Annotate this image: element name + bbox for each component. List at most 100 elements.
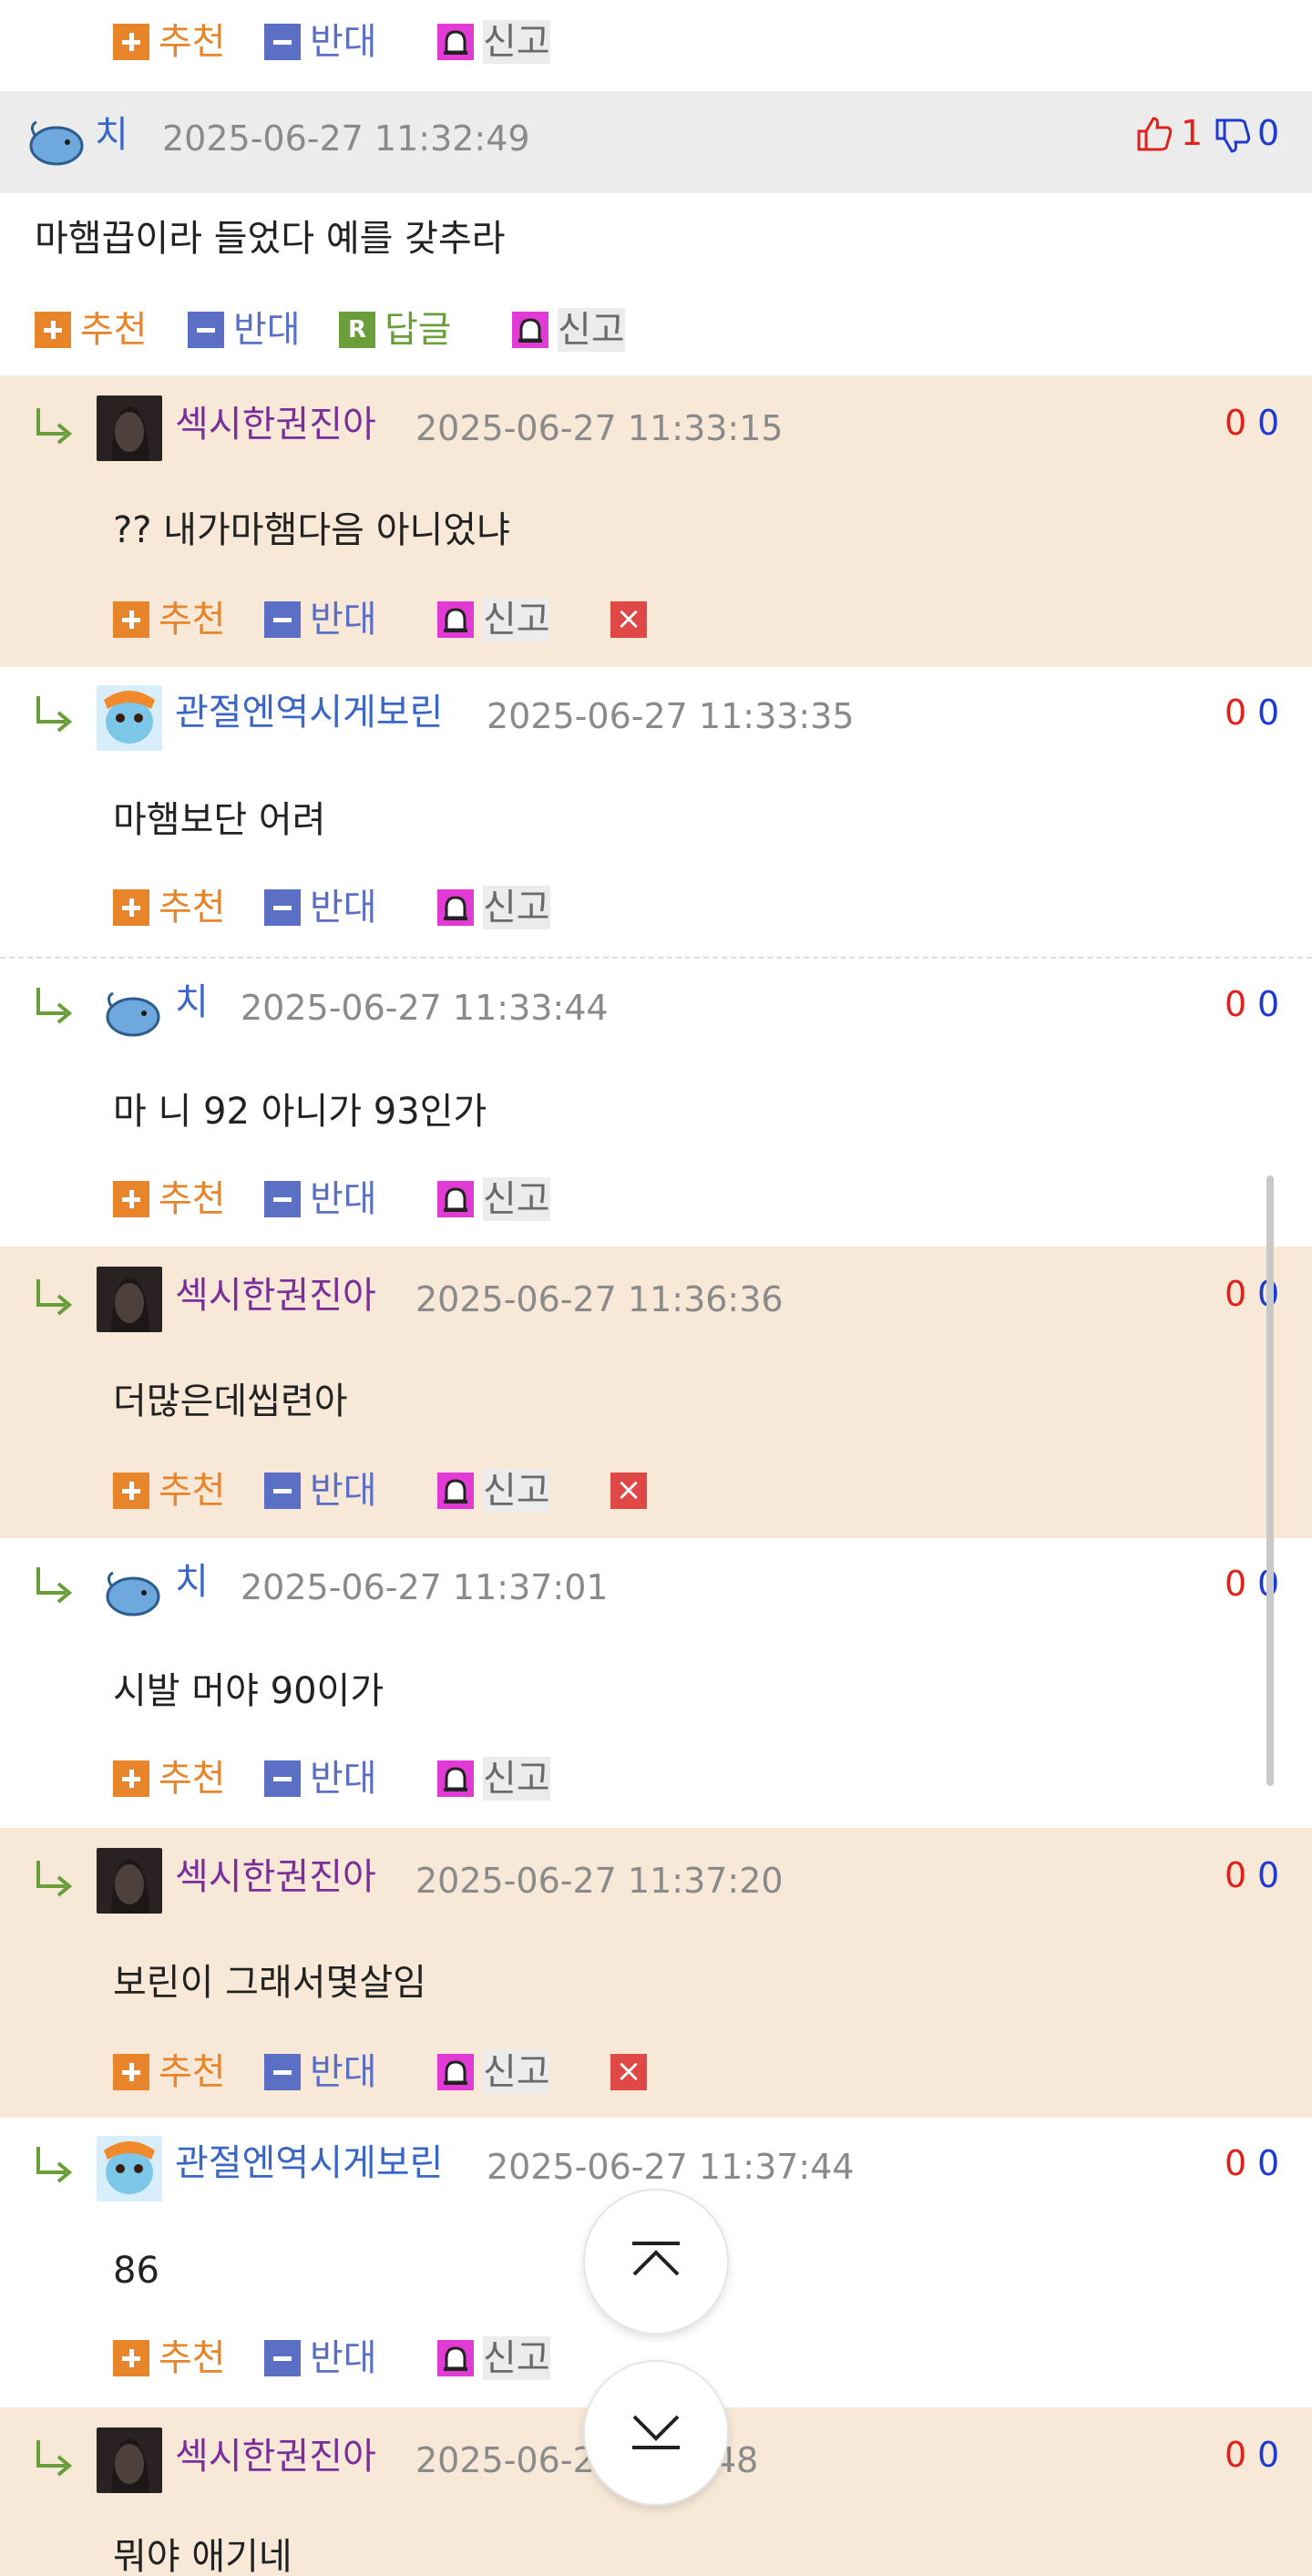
oppose-label: 반대 (310, 599, 377, 641)
nickname[interactable]: 섹시한권진아 (175, 403, 376, 446)
nickname[interactable]: 섹시한권진아 (175, 1274, 376, 1318)
report-button[interactable]: 신고 (512, 308, 625, 352)
avatar (97, 685, 162, 751)
avatar (97, 2427, 162, 2493)
reply-arrow-icon (33, 405, 75, 445)
downvote-count[interactable]: 0 (1257, 1853, 1279, 1897)
comment-date: 2025-06-27 11:33:15 (415, 408, 784, 448)
downvote-count[interactable]: 0 (1257, 691, 1279, 734)
comment-date: 2025-06-27 11:32:49 (162, 118, 530, 159)
report-button[interactable]: 신고 (437, 598, 550, 641)
delete-button[interactable]: × (610, 2050, 647, 2094)
delete-button[interactable]: × (610, 1469, 647, 1513)
oppose-button[interactable]: 반대 (264, 20, 377, 64)
upvote-count[interactable]: 0 (1225, 1562, 1246, 1606)
close-icon: × (610, 2054, 647, 2090)
nickname[interactable]: 치 (175, 1560, 209, 1604)
nickname[interactable]: 섹시한권진아 (175, 2435, 376, 2479)
avatar (97, 2136, 162, 2201)
thumbs-down-icon[interactable] (1212, 117, 1252, 160)
nickname[interactable]: 섹시한권진아 (175, 1855, 376, 1899)
oppose-label: 반대 (310, 1178, 377, 1220)
upvote-count[interactable]: 0 (1225, 401, 1246, 445)
upvote-count[interactable]: 0 (1225, 2141, 1246, 2185)
downvote-count[interactable]: 0 (1257, 2141, 1279, 2185)
recommend-label: 추천 (159, 2337, 226, 2379)
reply-comment: 관절엔역시게보린 2025-06-27 11:33:35 0 0 마햄보단 어려… (0, 667, 1312, 957)
reply-comment: 섹시한권진아 2025-06-27 11:36:36 0 0 더많은데씹련아 추… (0, 1247, 1312, 1538)
oppose-button[interactable]: 반대 (264, 886, 377, 929)
report-button[interactable]: 신고 (437, 20, 550, 64)
recommend-button[interactable]: 추천 (113, 2336, 226, 2380)
minus-icon (264, 601, 301, 638)
comment-text: 마 니 92 아니가 93인가 (113, 1091, 487, 1133)
oppose-button[interactable]: 반대 (264, 1757, 377, 1801)
recommend-label: 추천 (159, 599, 226, 641)
chevron-down-bar-icon (629, 2411, 683, 2455)
downvote-count[interactable]: 0 (1257, 2433, 1279, 2477)
reply-arrow-icon (33, 1857, 75, 1897)
report-button[interactable]: 신고 (437, 1757, 550, 1801)
reply-comment: 치 2025-06-27 11:33:44 0 0 마 니 92 아니가 93인… (0, 957, 1312, 1247)
recommend-label: 추천 (80, 309, 148, 351)
comment-text: 86 (113, 2250, 159, 2292)
recommend-button[interactable]: 추천 (113, 2050, 226, 2094)
oppose-button[interactable]: 반대 (264, 1177, 377, 1221)
oppose-button[interactable]: 반대 (264, 2050, 377, 2094)
minus-icon (264, 2340, 301, 2376)
oppose-label: 반대 (310, 2051, 377, 2093)
report-button[interactable]: 신고 (437, 2336, 550, 2380)
scroll-to-top-button[interactable] (583, 2189, 729, 2335)
comment-thread: 추천 반대 신고 치 2025-06-27 11:32:49 1 0 마햄끕이라… (0, 0, 1312, 2576)
oppose-button[interactable]: 반대 (264, 1469, 377, 1513)
delete-button[interactable]: × (610, 598, 647, 641)
nickname[interactable]: 치 (95, 113, 128, 157)
comment-body: 마햄끕이라 들었다 예를 갖추라 추천 반대 R 답글 신고 (0, 193, 1312, 375)
upvote-count[interactable]: 0 (1225, 1853, 1246, 1897)
report-button[interactable]: 신고 (437, 886, 550, 929)
nickname[interactable]: 치 (175, 980, 209, 1024)
report-button[interactable]: 신고 (437, 1177, 550, 1221)
scroll-to-bottom-button[interactable] (583, 2360, 729, 2506)
avatar (97, 1267, 162, 1332)
nickname[interactable]: 관절엔역시게보린 (175, 691, 443, 734)
comment-text: 뭐야 애기네 (113, 2536, 292, 2576)
downvote-count[interactable]: 0 (1257, 982, 1279, 1026)
whale-avatar (104, 1567, 162, 1618)
minus-icon (264, 2054, 301, 2090)
recommend-button[interactable]: 추천 (113, 886, 226, 929)
comment-date: 2025-06-27 11:37:44 (487, 2147, 855, 2187)
report-button[interactable]: 신고 (437, 1469, 550, 1513)
oppose-button[interactable]: 반대 (264, 2336, 377, 2380)
report-label: 신고 (483, 598, 550, 641)
recommend-button[interactable]: 추천 (113, 20, 226, 64)
reply-arrow-icon (33, 984, 75, 1024)
reply-button[interactable]: R 답글 (339, 308, 452, 352)
bell-icon (512, 312, 548, 348)
recommend-button[interactable]: 추천 (35, 308, 148, 352)
bell-icon (437, 24, 474, 60)
upvote-count[interactable]: 0 (1225, 1272, 1246, 1316)
recommend-button[interactable]: 추천 (113, 598, 226, 641)
bell-icon (437, 601, 474, 638)
avatar (97, 395, 162, 461)
nickname[interactable]: 관절엔역시게보린 (175, 2141, 443, 2185)
recommend-button[interactable]: 추천 (113, 1469, 226, 1513)
reply-icon: R (339, 312, 375, 348)
report-button[interactable]: 신고 (437, 2050, 550, 2094)
previous-comment-actions: 추천 반대 신고 (0, 0, 1312, 91)
downvote-count[interactable]: 0 (1257, 401, 1279, 445)
plus-icon (35, 312, 71, 348)
upvote-count[interactable]: 0 (1225, 691, 1246, 734)
upvote-count[interactable]: 0 (1225, 2433, 1246, 2477)
recommend-button[interactable]: 추천 (113, 1177, 226, 1221)
oppose-button[interactable]: 반대 (188, 308, 301, 352)
oppose-button[interactable]: 반대 (264, 598, 377, 641)
plus-icon (113, 601, 149, 638)
close-icon: × (610, 601, 647, 638)
recommend-button[interactable]: 추천 (113, 1757, 226, 1801)
upvote-count[interactable]: 0 (1225, 982, 1246, 1026)
thumbs-up-icon[interactable] (1133, 113, 1174, 157)
bell-icon (437, 2340, 474, 2376)
scrollbar[interactable] (1266, 1175, 1274, 1786)
